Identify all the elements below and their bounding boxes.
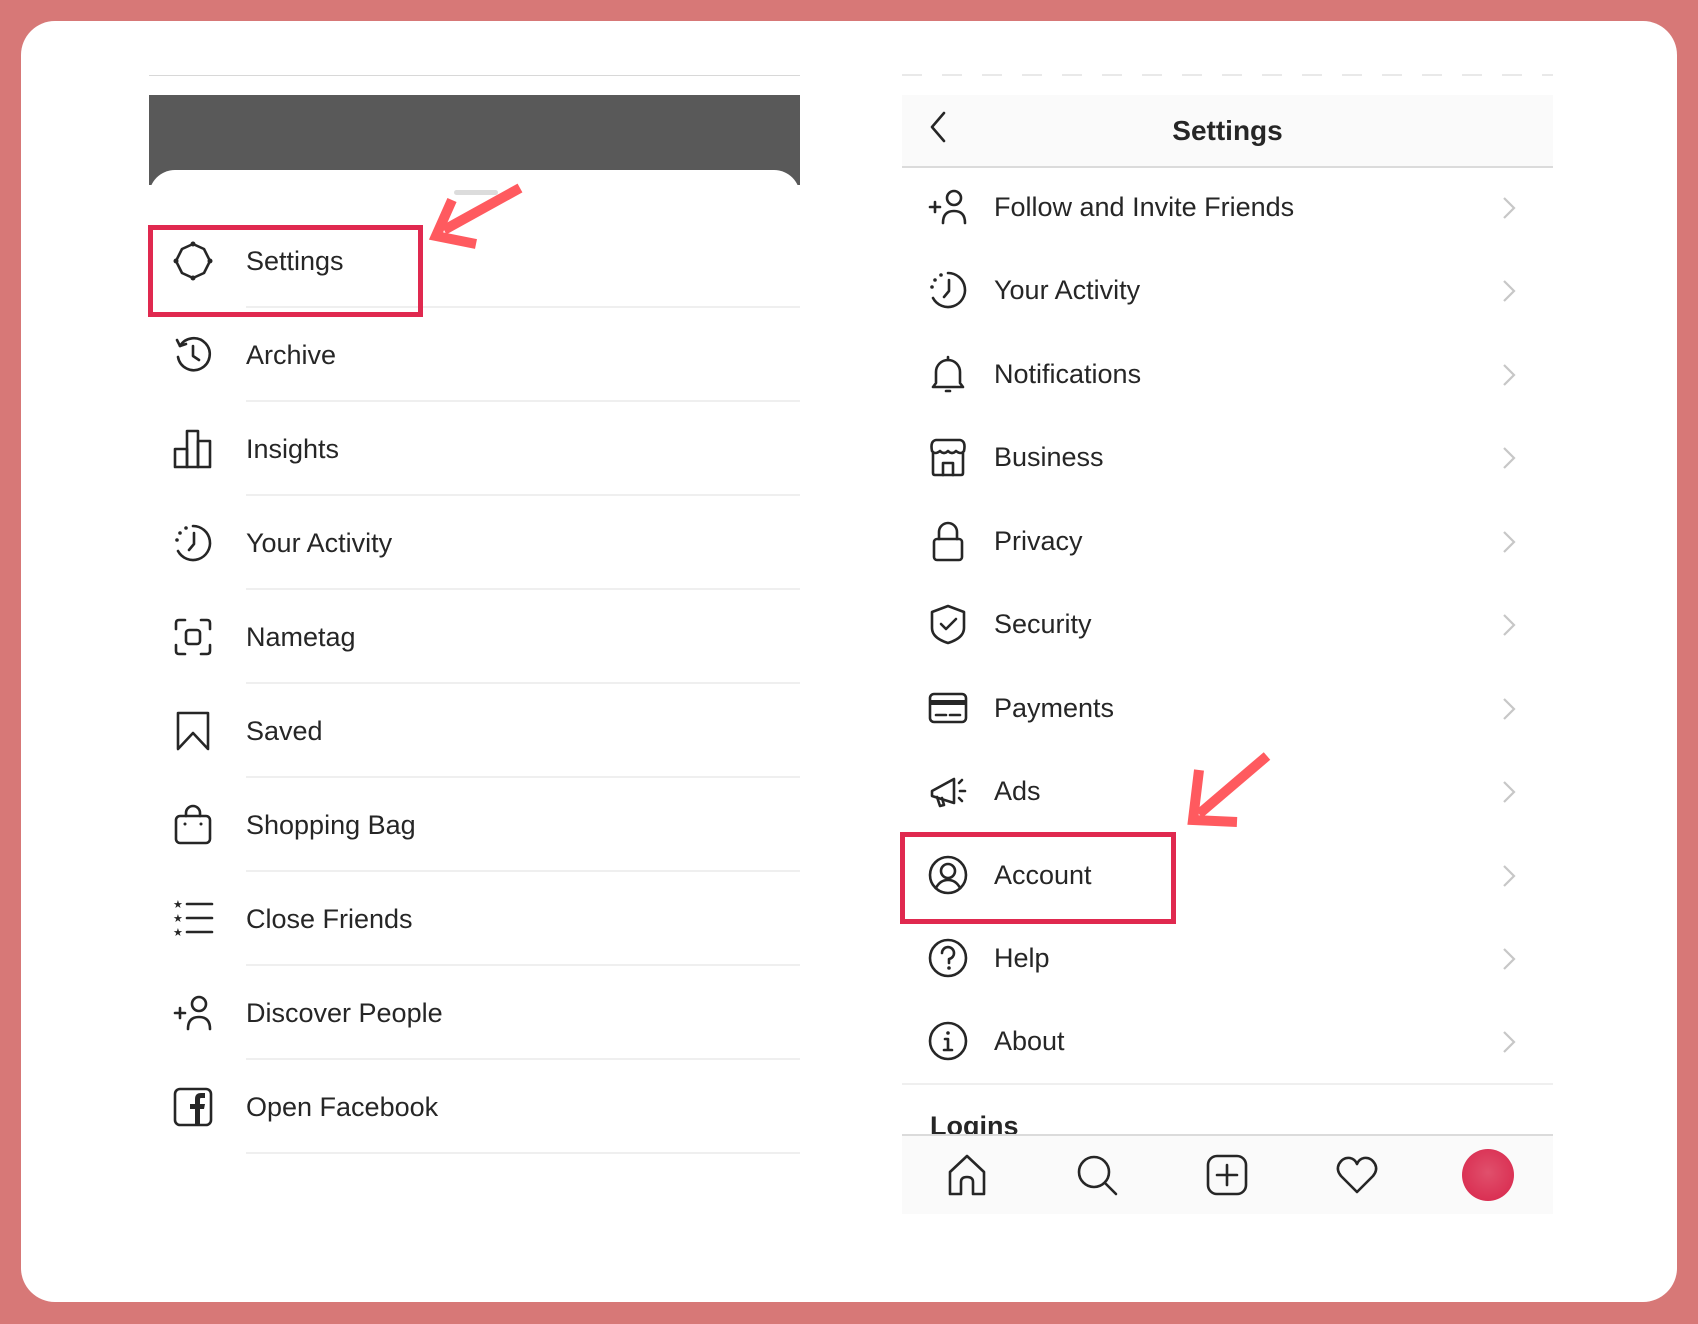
- bar-chart-icon: [173, 429, 213, 469]
- status-bar-remnant: [902, 74, 1553, 76]
- status-bar-divider: [149, 75, 800, 76]
- pointer-arrow-icon: [1187, 752, 1271, 827]
- menu-item-open-facebook[interactable]: Open Facebook: [149, 1060, 800, 1154]
- shield-check-icon: [928, 604, 968, 645]
- menu-item-label: Archive: [246, 340, 337, 370]
- lock-icon: [928, 521, 968, 562]
- star-list-icon: ★ ★ ★: [173, 899, 214, 939]
- chevron-right-icon: [1502, 363, 1516, 387]
- settings-item-privacy[interactable]: Privacy: [902, 500, 1553, 583]
- chevron-right-icon: [1502, 446, 1516, 470]
- settings-item-follow-invite[interactable]: Follow and Invite Friends: [902, 166, 1553, 249]
- chevron-right-icon: [1502, 196, 1516, 220]
- shopping-bag-icon: [173, 804, 213, 845]
- settings-item-label: Privacy: [994, 526, 1083, 556]
- settings-item-label: Business: [994, 442, 1104, 472]
- settings-item-notifications[interactable]: Notifications: [902, 333, 1553, 416]
- divider: [246, 1152, 800, 1154]
- settings-item-about[interactable]: About: [902, 1000, 1553, 1083]
- profile-avatar[interactable]: [1462, 1149, 1514, 1201]
- menu-item-label: Nametag: [246, 622, 356, 652]
- menu-item-label: Shopping Bag: [246, 810, 416, 840]
- storefront-icon: [928, 437, 968, 477]
- menu-item-label: Discover People: [246, 998, 443, 1028]
- menu-item-saved[interactable]: Saved: [149, 684, 800, 778]
- settings-header: Settings: [902, 95, 1553, 168]
- facebook-icon: [173, 1087, 213, 1127]
- megaphone-icon: [928, 771, 968, 811]
- settings-item-label: Payments: [994, 693, 1115, 723]
- bottom-nav-bar: [902, 1134, 1553, 1214]
- bookmark-icon: [173, 711, 213, 751]
- menu-item-discover-people[interactable]: Discover People: [149, 966, 800, 1060]
- settings-item-label: About: [994, 1026, 1065, 1056]
- settings-item-help[interactable]: Help: [902, 917, 1553, 1000]
- chevron-right-icon: [1502, 1030, 1516, 1054]
- activity-clock-icon: [173, 523, 213, 563]
- menu-item-label: Saved: [246, 716, 323, 746]
- section-heading-logins: Logins: [930, 1111, 1019, 1134]
- menu-item-insights[interactable]: Insights: [149, 402, 800, 496]
- chevron-right-icon: [1502, 780, 1516, 804]
- chevron-right-icon: [1502, 697, 1516, 721]
- heart-icon[interactable]: [1334, 1152, 1380, 1198]
- add-person-icon: [928, 187, 968, 227]
- menu-item-shopping-bag[interactable]: Shopping Bag: [149, 778, 800, 872]
- section-divider: [902, 1083, 1553, 1085]
- home-icon[interactable]: [944, 1152, 990, 1198]
- help-circle-icon: [928, 938, 968, 978]
- nametag-scan-icon: [173, 617, 213, 657]
- credit-card-icon: [928, 688, 968, 728]
- bell-icon: [928, 354, 968, 394]
- chevron-right-icon: [1502, 613, 1516, 637]
- chevron-right-icon: [1502, 864, 1516, 888]
- svg-text:★: ★: [173, 899, 183, 911]
- chevron-right-icon: [1502, 947, 1516, 971]
- settings-item-business[interactable]: Business: [902, 416, 1553, 499]
- pointer-arrow-icon: [428, 183, 523, 249]
- chevron-right-icon: [1502, 530, 1516, 554]
- menu-item-label: Your Activity: [246, 528, 393, 558]
- svg-text:★: ★: [173, 913, 183, 925]
- archive-clock-icon: [173, 335, 213, 375]
- settings-item-label: Security: [994, 609, 1092, 639]
- menu-item-label: Close Friends: [246, 904, 413, 934]
- menu-item-label: Insights: [246, 434, 340, 464]
- settings-item-label: Your Activity: [994, 275, 1141, 305]
- settings-item-payments[interactable]: Payments: [902, 667, 1553, 750]
- svg-text:★: ★: [173, 927, 183, 939]
- chevron-right-icon: [1502, 279, 1516, 303]
- settings-item-label: Help: [994, 943, 1050, 973]
- settings-item-label: Follow and Invite Friends: [994, 192, 1295, 222]
- settings-item-security[interactable]: Security: [902, 583, 1553, 666]
- account-highlight-box: [900, 832, 1176, 924]
- activity-clock-icon: [928, 270, 968, 310]
- menu-item-your-activity[interactable]: Your Activity: [149, 496, 800, 590]
- menu-item-label: Open Facebook: [246, 1092, 439, 1122]
- settings-highlight-box: [148, 225, 423, 317]
- search-icon[interactable]: [1074, 1152, 1120, 1198]
- menu-item-nametag[interactable]: Nametag: [149, 590, 800, 684]
- add-square-icon[interactable]: [1204, 1152, 1250, 1198]
- menu-item-archive[interactable]: Archive: [149, 308, 800, 402]
- settings-item-your-activity[interactable]: Your Activity: [902, 249, 1553, 332]
- info-circle-icon: [928, 1021, 968, 1061]
- settings-item-label: Ads: [994, 776, 1041, 806]
- add-person-icon: [173, 993, 213, 1033]
- menu-item-close-friends[interactable]: ★ ★ ★ Close Friends: [149, 872, 800, 966]
- page-title: Settings: [1172, 115, 1283, 146]
- settings-item-label: Notifications: [994, 359, 1142, 389]
